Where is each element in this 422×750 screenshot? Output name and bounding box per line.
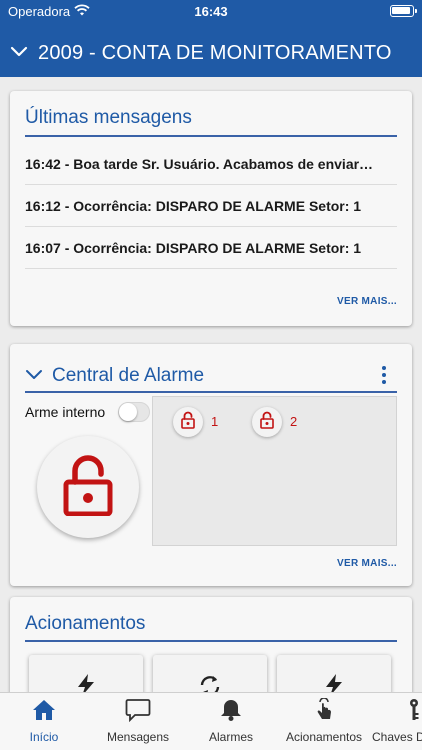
chevron-down-icon[interactable] xyxy=(25,368,43,386)
tab-acionamentos[interactable]: Acionamentos xyxy=(282,693,366,750)
home-icon xyxy=(31,698,57,727)
tab-label: Alarmes xyxy=(208,730,253,744)
tab-label: Acionamentos xyxy=(285,730,363,744)
tab-inicio[interactable]: Início xyxy=(2,693,86,750)
tab-chaves[interactable]: Chaves D xyxy=(372,693,422,750)
message-item[interactable]: 16:42 - Boa tarde Sr. Usuário. Acabamos … xyxy=(25,143,397,185)
chat-icon xyxy=(125,698,151,727)
more-options-icon[interactable] xyxy=(382,366,386,387)
messages-card-title: Últimas mensagens xyxy=(25,107,192,128)
tab-alarmes[interactable]: Alarmes xyxy=(189,693,273,750)
zone-button[interactable] xyxy=(173,407,203,437)
touch-icon xyxy=(311,697,337,727)
alarm-card-title: Central de Alarme xyxy=(52,365,205,386)
arme-interno-label: Arme interno xyxy=(25,404,106,420)
divider xyxy=(25,391,397,393)
message-item[interactable]: 16:07 - Ocorrência: DISPARO DE ALARME Se… xyxy=(25,227,397,269)
status-time: 16:43 xyxy=(194,4,228,19)
status-bar: Operadora 16:43 xyxy=(0,0,422,22)
arm-alarm-button[interactable] xyxy=(37,436,139,538)
zone-number: 1 xyxy=(211,414,219,429)
unlocked-padlock-icon xyxy=(63,454,113,521)
arme-interno-toggle[interactable] xyxy=(118,402,150,422)
divider xyxy=(25,640,397,642)
bell-icon xyxy=(218,698,244,727)
key-icon xyxy=(406,698,422,727)
account-title[interactable]: 2009 - CONTA DE MONITORAMENTO xyxy=(38,42,392,65)
tab-bar: Início Mensagens Alarmes Acionamentos Ch… xyxy=(0,692,422,750)
actions-card-title: Acionamentos xyxy=(25,613,146,634)
alarm-card: Central de Alarme Arme interno 1 2 VER M… xyxy=(10,344,412,586)
battery-icon xyxy=(390,5,417,17)
divider xyxy=(25,135,397,137)
chevron-down-icon[interactable] xyxy=(10,45,28,63)
messages-card: Últimas mensagens 16:42 - Boa tarde Sr. … xyxy=(10,91,412,326)
tab-label: Chaves D xyxy=(372,730,422,744)
zone-button[interactable] xyxy=(252,407,282,437)
tab-label: Início xyxy=(29,730,59,744)
messages-see-more-link[interactable]: VER MAIS... xyxy=(337,296,397,307)
tab-label: Mensagens xyxy=(106,730,170,744)
app-header: 2009 - CONTA DE MONITORAMENTO xyxy=(0,36,422,72)
zone-number: 2 xyxy=(290,414,298,429)
alarm-see-more-link[interactable]: VER MAIS... xyxy=(337,558,397,569)
unlocked-padlock-icon xyxy=(181,411,195,434)
message-item[interactable]: 16:12 - Ocorrência: DISPARO DE ALARME Se… xyxy=(25,185,397,227)
unlocked-padlock-icon xyxy=(260,411,274,434)
zones-panel: 1 2 xyxy=(152,396,397,546)
tab-mensagens[interactable]: Mensagens xyxy=(96,693,180,750)
